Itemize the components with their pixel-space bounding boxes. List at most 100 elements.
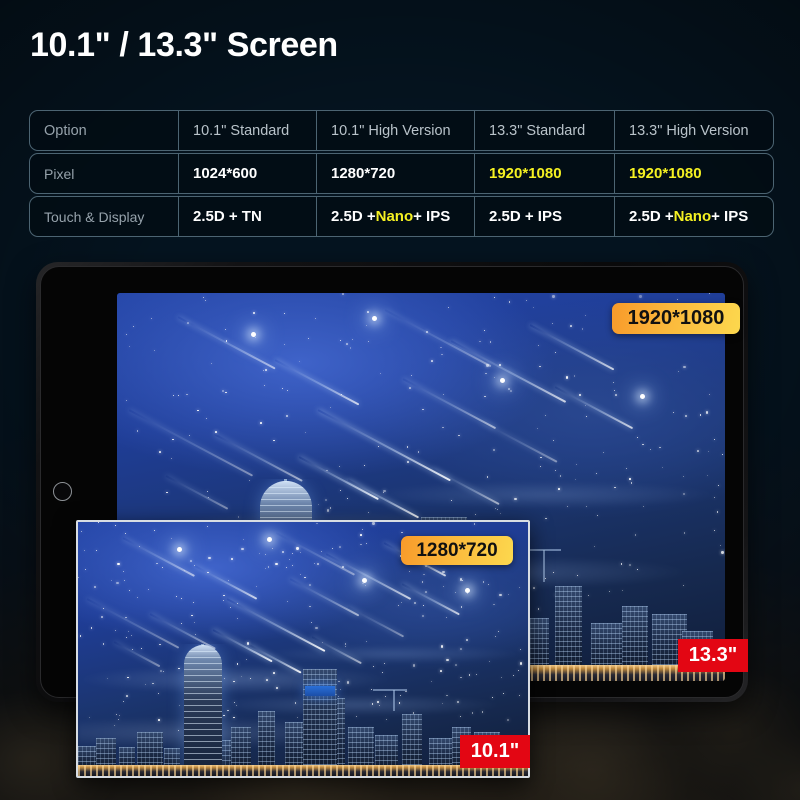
landmark-tower [183,645,223,768]
meteor-streak [325,552,411,600]
meteor-streak [275,532,355,576]
building [591,622,623,668]
star [398,604,400,606]
star [625,467,627,469]
star [552,439,554,441]
table-header-13-high: 13.3" High Version [614,111,773,150]
star [364,584,367,587]
star [122,571,124,573]
star [697,450,699,452]
star [223,594,225,597]
star [364,465,366,466]
star [636,437,638,438]
building [258,711,275,768]
star [241,547,244,551]
meteor-streak [450,339,567,403]
star [411,374,413,376]
star [537,345,539,347]
star [467,593,469,595]
touch-13-high-mid: Nano [673,208,712,225]
page-title: 10.1" / 13.3" Screen [30,26,338,64]
star [304,431,307,434]
star [540,456,542,459]
star [460,606,463,608]
star [360,534,362,536]
star [299,551,301,553]
star [421,615,425,618]
star [584,405,586,407]
star [128,590,130,592]
star [488,584,490,586]
bezel-mark-bottom-icon [55,602,71,610]
star [130,635,132,637]
star [170,458,172,460]
star [659,446,661,449]
star [97,522,99,524]
bright-star [639,393,645,399]
star [494,377,495,379]
meteor-streak [317,409,451,482]
star [253,311,256,315]
star [100,615,103,619]
star [263,385,265,387]
star [683,365,686,369]
spec-table: Option 10.1" Standard 10.1" High Version… [29,110,774,239]
star [132,325,135,328]
star [339,339,341,341]
star [273,439,275,442]
building [402,713,422,767]
star [422,408,424,411]
star [537,427,538,429]
star [236,617,238,619]
star [510,390,512,392]
star [339,466,341,468]
building [621,606,649,667]
star [291,564,294,567]
touch-13-high: 2.5D + Nano + IPS [614,197,773,236]
star [366,542,368,544]
star [126,400,128,402]
star [458,434,460,437]
table-header-row: Option 10.1" Standard 10.1" High Version… [29,110,774,151]
star [126,333,128,335]
star [313,562,315,564]
star [304,576,306,579]
star [596,472,597,474]
star [554,469,556,471]
star [508,301,511,303]
star [197,409,199,412]
star [191,614,193,617]
star [413,601,416,604]
star [267,566,270,568]
camera-icon [53,482,72,501]
building [96,737,116,767]
star [603,452,605,453]
star [255,586,257,588]
star [124,532,127,535]
touch-10-high-post: + IPS [413,208,451,225]
star [311,622,313,624]
star [208,556,211,560]
touch-10-standard: 2.5D + TN [178,197,316,236]
star [417,451,420,453]
star [581,328,584,330]
star [173,395,175,397]
crane-jib [372,688,407,691]
star [360,543,362,546]
star [202,296,204,298]
touch-10-high: 2.5D + Nano + IPS [316,197,474,236]
bright-star [361,577,367,583]
star [713,438,715,440]
star [299,360,301,362]
star [706,474,708,476]
row-label-pixel: Pixel [44,165,75,182]
meteor-streak [213,432,304,482]
star [285,414,289,417]
star [401,531,403,534]
star [454,591,456,593]
pixel-13-high: 1920*1080 [614,154,773,193]
star [264,567,266,569]
star [309,584,311,586]
star [308,337,310,339]
star [486,476,489,478]
